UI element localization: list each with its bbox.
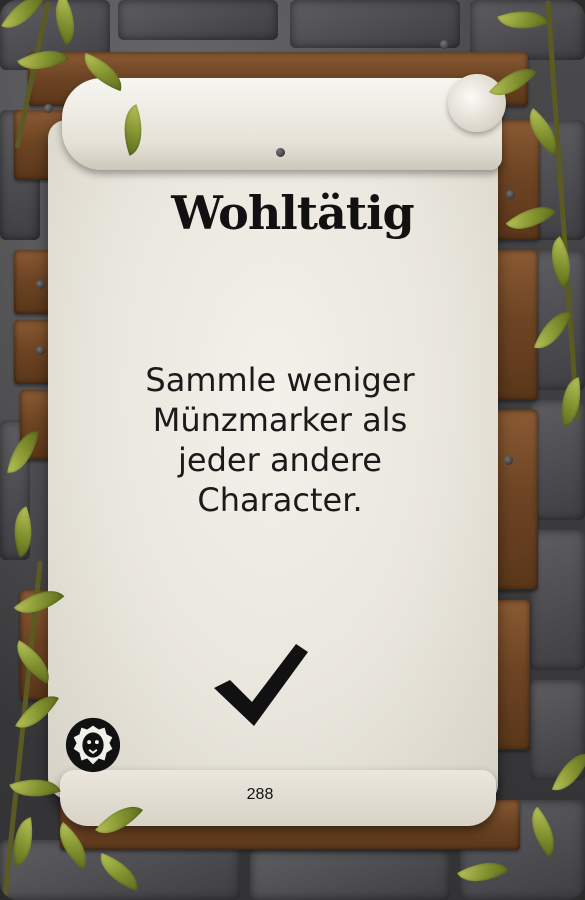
card-rule-text: Sammle weniger Münzmarker als jeder ande… bbox=[110, 360, 450, 520]
nail bbox=[44, 104, 53, 113]
card: Wohltätig Sammle weniger Münzmarker als … bbox=[0, 0, 585, 900]
nail bbox=[276, 148, 285, 157]
rule-text-line: Character. bbox=[197, 481, 363, 519]
wall-stone bbox=[290, 0, 460, 48]
wall-stone bbox=[470, 0, 585, 60]
rule-text-line: Sammle weniger bbox=[145, 361, 415, 399]
rule-text-line: jeder andere bbox=[178, 441, 382, 479]
wall-stone bbox=[118, 0, 278, 40]
checkmark-icon bbox=[214, 644, 308, 726]
nail bbox=[36, 280, 45, 289]
nail bbox=[36, 346, 45, 355]
card-number: 288 bbox=[246, 786, 274, 803]
wall-stone bbox=[530, 530, 585, 670]
rule-text-line: Münzmarker als bbox=[152, 401, 408, 439]
nail bbox=[504, 456, 513, 465]
wall-stone bbox=[250, 850, 450, 900]
nail bbox=[440, 40, 449, 49]
card-title: Wohltätig bbox=[171, 186, 414, 240]
lion-emblem-icon bbox=[65, 717, 121, 773]
